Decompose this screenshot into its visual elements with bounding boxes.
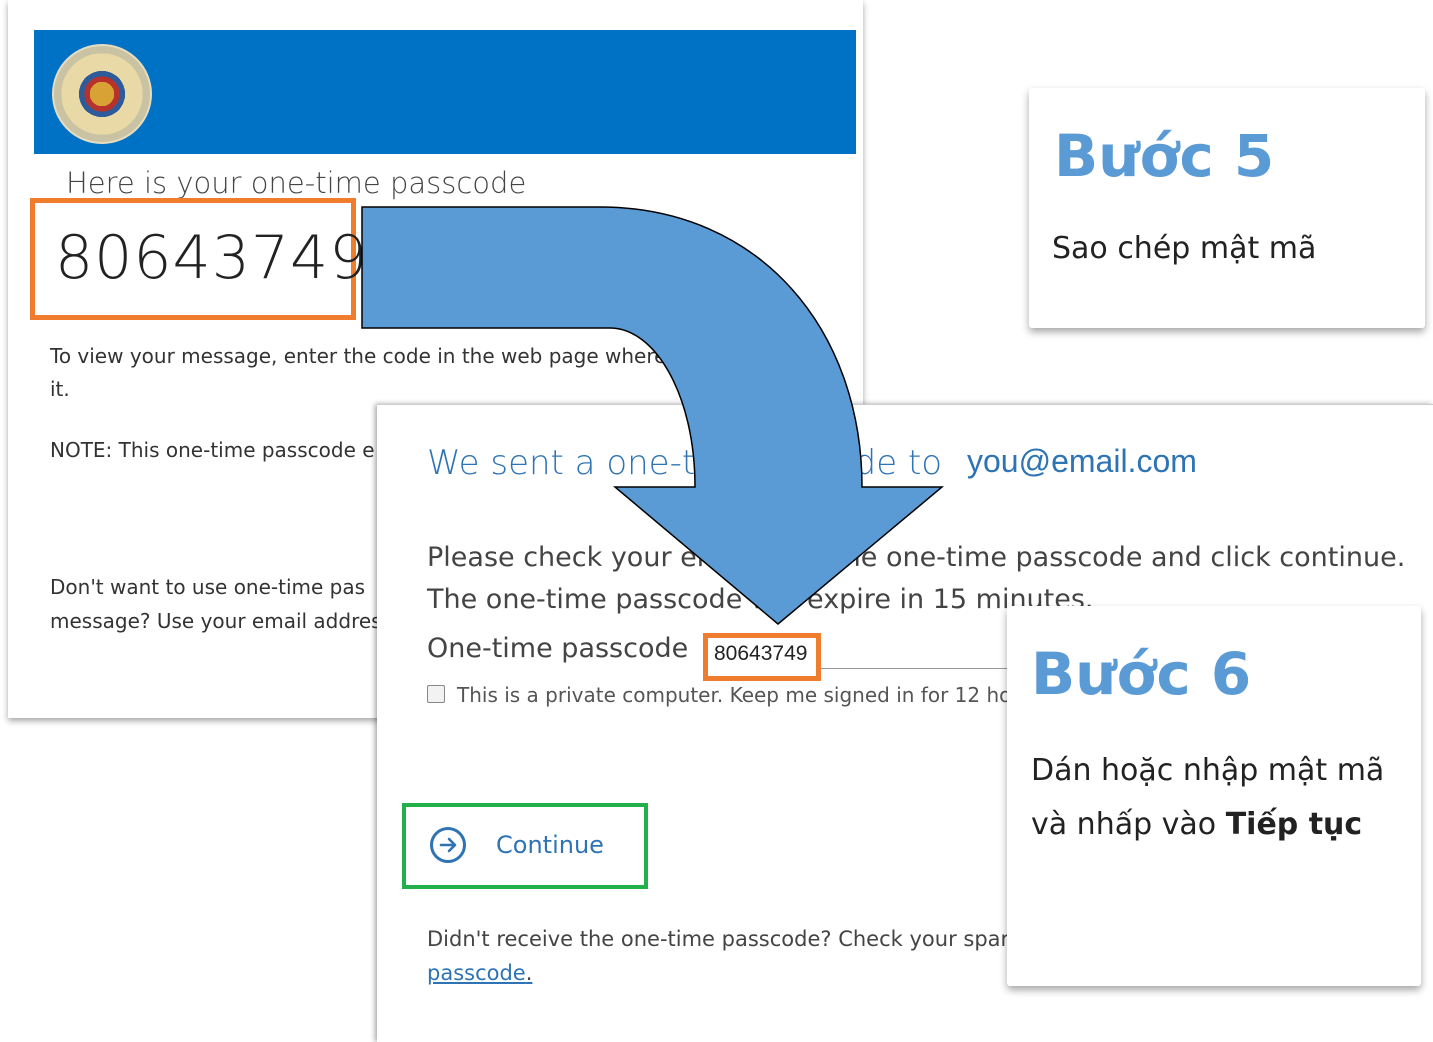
step6-title: Bước 6 bbox=[1031, 640, 1252, 708]
form-title-start: We sent a one-ti bbox=[427, 443, 705, 483]
form-title-end: de to bbox=[854, 443, 943, 483]
step6-text-bold: Tiếp tục bbox=[1225, 807, 1363, 842]
continue-label: Continue bbox=[496, 831, 604, 859]
email-instructions-line2: it. bbox=[50, 377, 70, 401]
email-note: NOTE: This one-time passcode e bbox=[50, 438, 375, 462]
form-email: you@email.com bbox=[967, 443, 1197, 479]
form-desc-line2: The one-time passcode w bbox=[427, 584, 773, 615]
email-heading: Here is your one-time passcode bbox=[66, 166, 527, 200]
step6-text: Dán hoặc nhập mật mã và nhấp vào Tiếp tụ… bbox=[1031, 744, 1401, 852]
passcode-highlight-box: 80643749 bbox=[30, 198, 367, 320]
step5-text: Sao chép mật mã bbox=[1052, 231, 1317, 266]
passcode-code: 80643749 bbox=[55, 223, 369, 293]
email-instructions: To view your message, enter the code in … bbox=[50, 340, 670, 406]
email-alternative-line1: Don't want to use one-time pas bbox=[50, 575, 366, 599]
email-alternative: Don't want to use one-time pas message? … bbox=[50, 570, 410, 638]
email-banner bbox=[34, 30, 856, 154]
arrow-right-circle-icon bbox=[430, 827, 466, 863]
keep-signed-in-label: This is a private computer. Keep me sign… bbox=[457, 683, 1043, 707]
resend-text: Didn't receive the one-time passcode? Ch… bbox=[427, 927, 1010, 951]
seal-icon bbox=[52, 44, 152, 144]
step5-card: Bước 5 Sao chép mật mã bbox=[1029, 88, 1425, 328]
form-title: We sent a one-ti de to bbox=[427, 443, 942, 483]
step5-title: Bước 5 bbox=[1054, 122, 1275, 190]
step6-card: Bước 6 Dán hoặc nhập mật mã và nhấp vào … bbox=[1007, 606, 1421, 986]
continue-button[interactable]: Continue bbox=[402, 803, 648, 889]
passcode-input[interactable]: 80643749 bbox=[703, 633, 821, 681]
keep-signed-in-checkbox[interactable] bbox=[427, 685, 445, 703]
passcode-label: One-time passcode bbox=[427, 633, 689, 664]
email-instructions-line1: To view your message, enter the code in … bbox=[50, 344, 667, 368]
email-alternative-line2: message? Use your email addres bbox=[50, 609, 382, 633]
form-desc-line1: Please check your em bbox=[427, 542, 724, 573]
resend-link-text[interactable]: passcode bbox=[427, 961, 526, 985]
resend-link-period: . bbox=[525, 961, 533, 985]
form-desc-line1-tail: the one-time passcode and click continue… bbox=[833, 542, 1406, 573]
resend-link[interactable]: passcode. bbox=[427, 961, 532, 985]
